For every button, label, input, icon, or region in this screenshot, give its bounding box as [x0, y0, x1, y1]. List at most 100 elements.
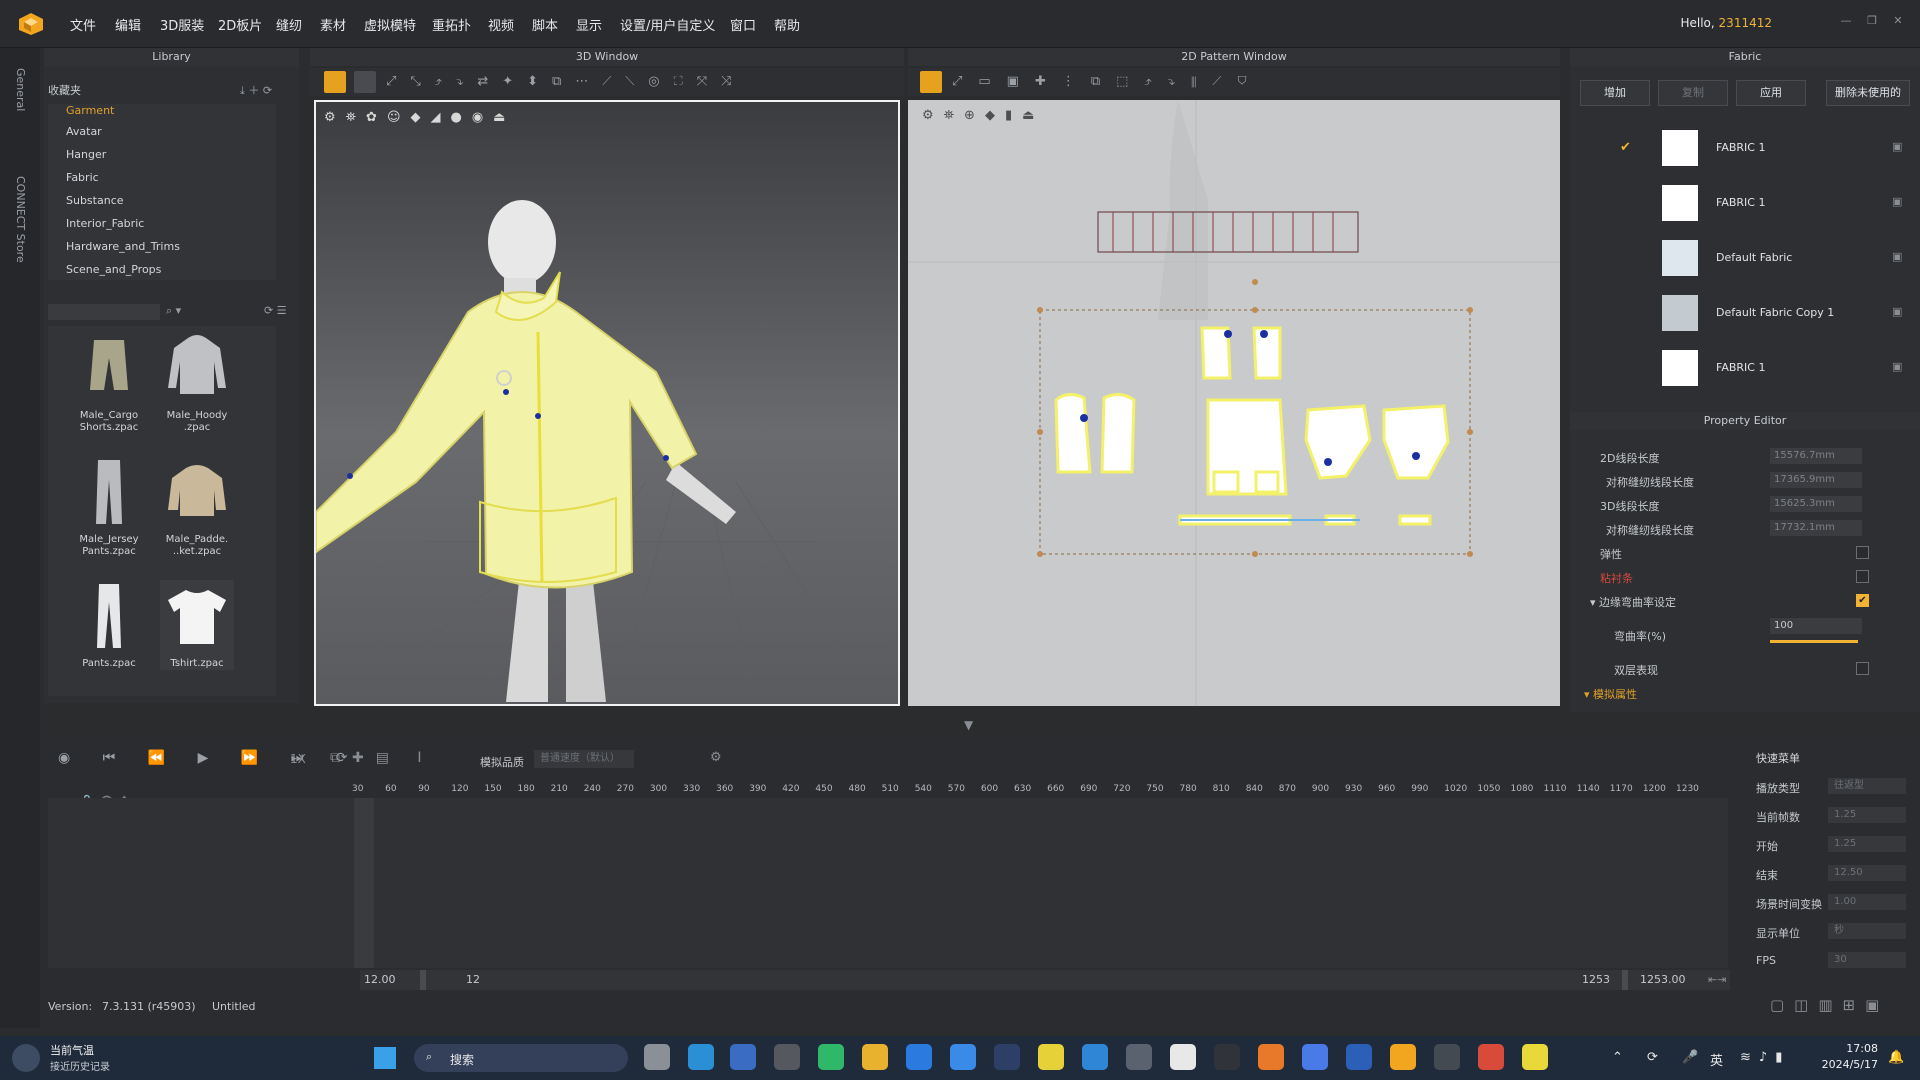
current-frame-input[interactable]: 1.25 — [1828, 807, 1906, 823]
fabric-item[interactable]: Default Fabric ▣ — [1610, 232, 1910, 284]
menu-3d-garment[interactable]: 3D服装 — [160, 15, 204, 34]
search-icon[interactable]: ⌕ ▾ — [166, 304, 181, 318]
blender-icon[interactable] — [1258, 1044, 1284, 1070]
library-item[interactable]: Male_Padde. ..ket.zpac — [160, 456, 234, 558]
category-garment[interactable]: Garment — [66, 104, 114, 117]
clock-date[interactable]: 2024/5/17 — [1808, 1058, 1878, 1071]
app-icon[interactable] — [1522, 1044, 1548, 1070]
word-icon[interactable] — [1346, 1044, 1372, 1070]
weather-title[interactable]: 当前气温 — [50, 1042, 94, 1058]
file-explorer-icon[interactable] — [862, 1044, 888, 1070]
library-item[interactable]: Male_Hoody .zpac — [160, 332, 234, 434]
curvature-slider[interactable] — [1770, 640, 1858, 643]
unity-icon[interactable] — [774, 1044, 800, 1070]
close-icon[interactable]: ✕ — [1888, 14, 1908, 30]
fabric-item[interactable]: FABRIC 1 ▣ — [1610, 177, 1910, 229]
collapse-icon[interactable]: ▾ — [1590, 596, 1596, 609]
double-side-checkbox[interactable] — [1856, 662, 1869, 675]
menu-avatar[interactable]: 虚拟模特 — [364, 15, 416, 34]
copy-fabric-button[interactable]: 复制 — [1658, 80, 1728, 106]
viewport-3d[interactable]: ⚙⛯✿☺◆◢●◉⏏ — [314, 100, 900, 706]
end-input[interactable]: 12.50 — [1828, 865, 1906, 881]
add-fabric-button[interactable]: 增加 — [1580, 80, 1650, 106]
tab-general[interactable]: General — [14, 68, 27, 111]
save-icon[interactable]: ▣ — [1892, 140, 1902, 153]
sim-mode-select[interactable]: 普通速度（默认） — [534, 750, 634, 768]
viewport-2d[interactable]: ⚙⛯⊕◆▮⏏ — [908, 100, 1560, 706]
menu-settings[interactable]: 设置/用户自定义 — [620, 15, 715, 34]
app-icon[interactable] — [1126, 1044, 1152, 1070]
time-scale-input[interactable]: 1.00 — [1828, 894, 1906, 910]
range-start-handle[interactable] — [420, 970, 426, 990]
menu-display[interactable]: 显示 — [576, 15, 602, 34]
display-unit-select[interactable]: 秒 — [1828, 923, 1906, 939]
curvature-checkbox[interactable]: ✔ — [1856, 594, 1869, 607]
menu-sewing[interactable]: 缝纫 — [276, 15, 302, 34]
maximize-icon[interactable]: ❐ — [1862, 14, 1882, 30]
library-search-input[interactable] — [48, 304, 160, 320]
save-icon[interactable]: ▣ — [1892, 360, 1902, 373]
tool-icons-2d[interactable]: ⤢▭▣✚⋮⧉⬚⤴⤵⦀⟋⛉ — [952, 74, 1263, 89]
layout-icons[interactable]: ▢◫▥⊞▣ — [1770, 996, 1889, 1014]
timeline-range-bar[interactable]: 12.00 12 1253 1253.00 ⇤⇥ — [360, 970, 1730, 990]
category-substance[interactable]: Substance — [66, 194, 124, 207]
category-hanger[interactable]: Hanger — [66, 148, 106, 161]
menu-materials[interactable]: 素材 — [320, 15, 346, 34]
library-item[interactable]: Pants.zpac — [72, 580, 146, 670]
library-item[interactable]: Male_Jersey Pants.zpac — [72, 456, 146, 558]
delete-unused-button[interactable]: 删除未使用的 — [1826, 80, 1910, 106]
category-fabric[interactable]: Fabric — [66, 171, 99, 184]
save-icon[interactable]: ▣ — [1892, 305, 1902, 318]
collapse-arrow-icon[interactable]: ▼ — [964, 718, 973, 732]
tool-icons-3d[interactable]: ⤢⤡⤴⤵⇄✦⬍⧉⋯⟋⟍◎⛶⤧⤨ — [386, 74, 746, 89]
view-mode-icon[interactable]: ⟳ ☰ — [264, 304, 287, 317]
timeline-tracks[interactable] — [48, 798, 1728, 968]
app-icon[interactable] — [1434, 1044, 1460, 1070]
range-end-handle[interactable] — [1622, 970, 1628, 990]
menu-script[interactable]: 脚本 — [532, 15, 558, 34]
chrome-icon[interactable] — [1478, 1044, 1504, 1070]
system-tray-icons[interactable]: ⌃ ⟳ 🎤 — [1612, 1050, 1708, 1065]
menu-file[interactable]: 文件 — [70, 15, 96, 34]
fabric-item[interactable]: ✔ FABRIC 1 ▣ — [1610, 122, 1910, 174]
app-icon[interactable] — [1302, 1044, 1328, 1070]
play-type-select[interactable]: 往返型 — [1828, 778, 1906, 794]
start-input[interactable]: 1.25 — [1828, 836, 1906, 852]
taskbar-search[interactable]: ⌕ 搜索 — [414, 1044, 628, 1072]
edit-pattern-icon[interactable] — [920, 71, 942, 93]
save-icon[interactable]: ▣ — [1892, 250, 1902, 263]
curvature-input[interactable]: 100 — [1770, 618, 1862, 634]
store-icon[interactable] — [730, 1044, 756, 1070]
fabric-item[interactable]: FABRIC 1 ▣ — [1610, 342, 1910, 394]
category-hardware-trims[interactable]: Hardware_and_Trims — [66, 240, 180, 253]
minimize-icon[interactable]: — — [1836, 14, 1856, 30]
sim-props-group[interactable]: ▾ 模拟属性 — [1584, 686, 1637, 702]
steam-icon[interactable] — [994, 1044, 1020, 1070]
ime-indicator[interactable]: 英 — [1710, 1050, 1723, 1069]
playback-controls[interactable]: ◉ ⏮ ⏪ ▶ ⏩ ⏭ ⟳ — [58, 750, 361, 766]
category-interior-fabric[interactable]: Interior_Fabric — [66, 217, 144, 230]
app-icon[interactable] — [906, 1044, 932, 1070]
network-volume-battery-icons[interactable]: ≋♪▮ — [1740, 1050, 1790, 1065]
library-item[interactable]: Tshirt.zpac — [160, 580, 234, 670]
task-view-icon[interactable] — [644, 1044, 670, 1070]
clock-time[interactable]: 17:08 — [1818, 1042, 1878, 1055]
library-item[interactable]: Male_Cargo Shorts.zpac — [72, 332, 146, 434]
fabric-item[interactable]: Default Fabric Copy 1 ▣ — [1610, 287, 1910, 339]
category-scene-props[interactable]: Scene_and_Props — [66, 263, 161, 276]
tab-connect-store[interactable]: CONNECT Store — [14, 176, 27, 263]
clo-app-icon[interactable] — [1390, 1044, 1416, 1070]
notification-icon[interactable]: 🔔 — [1888, 1050, 1904, 1065]
app-icon[interactable] — [950, 1044, 976, 1070]
menu-video[interactable]: 视频 — [488, 15, 514, 34]
select-move-icon[interactable] — [324, 71, 346, 93]
menu-2d-pattern[interactable]: 2D板片 — [218, 15, 262, 34]
app-icon[interactable] — [1038, 1044, 1064, 1070]
edge-icon[interactable] — [688, 1044, 714, 1070]
fps-select[interactable]: 30 — [1828, 952, 1906, 968]
timeline-tool-icons[interactable]: ⧉✚▤ Ⅰ — [330, 750, 434, 766]
binding-checkbox[interactable] — [1856, 570, 1869, 583]
elastic-checkbox[interactable] — [1856, 546, 1869, 559]
app-icon[interactable] — [1170, 1044, 1196, 1070]
windows-start-icon[interactable] — [374, 1047, 396, 1069]
